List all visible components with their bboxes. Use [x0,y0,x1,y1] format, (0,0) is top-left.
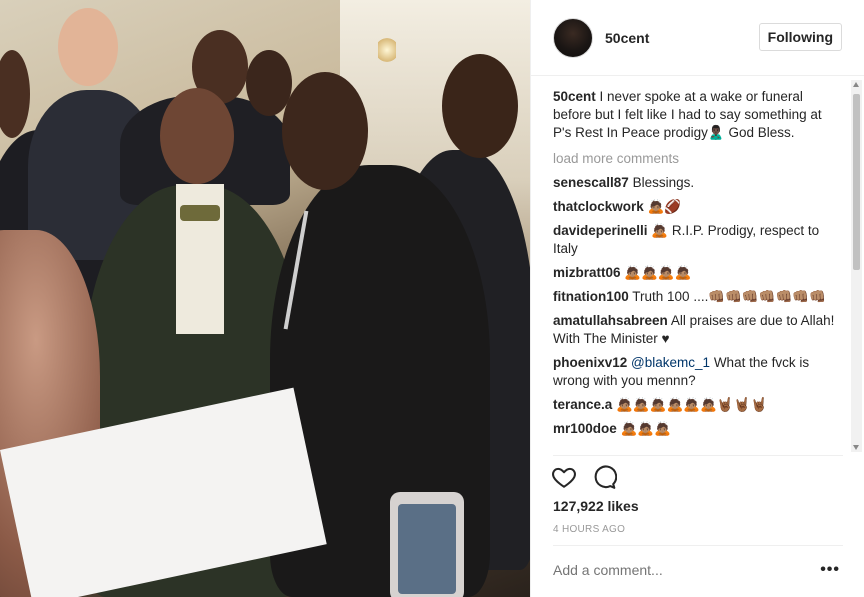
comment-text: Blessings. [632,175,695,190]
photo-face [160,88,234,184]
comment-item: phoenixv12 @blakemc_1 What the fvck is w… [553,354,843,390]
comment-text: 🙇🏽🏈 [647,199,682,214]
photo-face [0,50,30,138]
photo-phone-screen [398,504,456,594]
comment-text: 🙇🏽🙇🏽🙇🏽 [620,421,671,436]
ellipsis-icon[interactable]: ••• [820,562,840,578]
post-sidebar: 50cent Following 50cent I never spoke at… [530,0,864,597]
add-comment-input[interactable] [553,562,793,578]
comment-username[interactable]: davideperinelli [553,223,648,238]
following-button[interactable]: Following [758,23,842,51]
comment-username[interactable]: mr100doe [553,421,617,436]
comment-username[interactable]: senescall87 [553,175,629,190]
scrollbar-thumb[interactable] [853,94,860,270]
comment-item: amatullahsabreen All praises are due to … [553,312,843,348]
scroll-up-arrow-icon[interactable] [853,82,859,87]
comment-item: terance.a 🙇🏽🙇🏽🙇🏽🙇🏽🙇🏽🙇🏽🤘🏾🤘🏾🤘🏾 [553,396,843,414]
photo-bowtie [180,205,220,221]
comment-username[interactable]: fitnation100 [553,289,629,304]
comments-list[interactable]: 50cent I never spoke at a wake or funera… [553,88,843,456]
comments-scrollbar[interactable] [851,80,862,452]
comment-username[interactable]: mizbratt06 [553,265,621,280]
heart-outline-icon[interactable] [551,464,577,490]
post-timestamp[interactable]: 4 HOURS AGO [553,524,625,535]
caption: 50cent I never spoke at a wake or funera… [553,88,843,142]
comment-text: 🙇🏽🙇🏽🙇🏽🙇🏽 [624,265,692,280]
photo-face [442,54,518,158]
comment-username[interactable]: amatullahsabreen [553,313,668,328]
comment-username[interactable]: phoenixv12 [553,355,627,370]
photo-face [58,8,118,86]
comment-text: Truth 100 ....👊🏽👊🏽👊🏽👊🏽👊🏽👊🏽👊🏽 [632,289,826,304]
caption-username[interactable]: 50cent [553,89,596,104]
scroll-down-arrow-icon[interactable] [853,445,859,450]
photo-face [282,72,368,190]
comment-username[interactable]: terance.a [553,397,612,412]
header-username[interactable]: 50cent [605,30,649,46]
load-more-comments-link[interactable]: load more comments [553,150,843,168]
comment-item: fitnation100 Truth 100 ....👊🏽👊🏽👊🏽👊🏽👊🏽👊🏽👊… [553,288,843,306]
photo-phone [390,492,464,597]
post-header: 50cent Following [531,0,864,76]
comment-item: davideperinelli 🙇🏽 R.I.P. Prodigy, respe… [553,222,843,258]
comment-text: 🙇🏽🙇🏽🙇🏽🙇🏽🙇🏽🙇🏽🤘🏾🤘🏾🤘🏾 [616,397,768,412]
post-modal: 50cent Following 50cent I never spoke at… [0,0,864,597]
comment-mention[interactable]: @blakemc_1 [631,355,710,370]
speech-bubble-icon[interactable] [591,464,617,490]
comment-item: thatclockwork 🙇🏽🏈 [553,198,843,216]
post-actions [551,464,631,490]
divider [553,455,843,456]
comment-item: mr100doe 🙇🏽🙇🏽🙇🏽 [553,420,843,438]
comment-item: mizbratt06 🙇🏽🙇🏽🙇🏽🙇🏽 [553,264,843,282]
photo-lamp [378,36,396,64]
likes-count[interactable]: 127,922 likes [553,498,639,514]
avatar[interactable] [553,17,593,58]
comment-username[interactable]: thatclockwork [553,199,644,214]
divider [553,545,843,546]
post-photo[interactable] [0,0,530,597]
comment-item: senescall87 Blessings. [553,174,843,192]
